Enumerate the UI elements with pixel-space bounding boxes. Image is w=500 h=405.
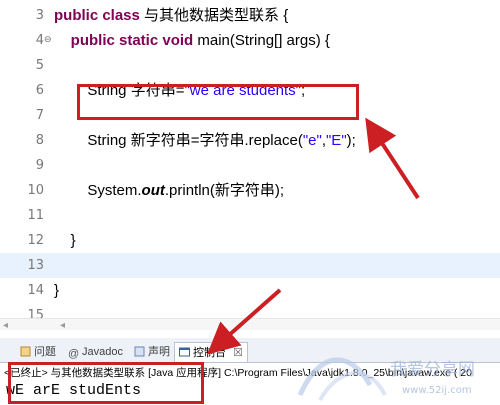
line-number: 13 xyxy=(27,258,44,273)
horizontal-scrollbar[interactable]: ◂ ◂ xyxy=(0,318,500,330)
code-token: } xyxy=(54,282,60,299)
tab-console[interactable]: 控制台 ☒ xyxy=(174,342,248,363)
code-token: public class xyxy=(54,7,145,24)
code-token: "E" xyxy=(325,132,347,149)
line-number: 3 xyxy=(35,8,44,23)
code-text: public static void main(String[] args) { xyxy=(54,28,330,53)
console-icon xyxy=(179,347,190,357)
highlight-box-console xyxy=(8,362,204,404)
code-text: } xyxy=(54,278,59,303)
tab-declaration[interactable]: 声明 xyxy=(134,342,170,362)
code-line[interactable]: 14} xyxy=(0,278,500,303)
line-number: 12 xyxy=(27,233,44,248)
code-token: out xyxy=(141,182,165,199)
line-number: 10 xyxy=(27,183,44,198)
code-token: System. xyxy=(54,182,142,199)
line-number: 4 xyxy=(35,33,44,48)
line-number: 8 xyxy=(35,133,44,148)
code-line[interactable]: 4 ⊖ public static void main(String[] args… xyxy=(0,28,500,53)
code-line[interactable]: 5 xyxy=(0,53,500,78)
tab-console-label: 控制台 xyxy=(193,347,226,359)
code-token: String 新字符串=字符串.replace( xyxy=(54,132,303,149)
code-text: System.out.println(新字符串); xyxy=(54,178,284,203)
tab-declaration-label: 声明 xyxy=(148,346,170,358)
code-line[interactable]: 8 String 新字符串=字符串.replace("e","E"); xyxy=(0,128,500,153)
scroll-left-icon[interactable]: ◂ xyxy=(3,320,8,330)
scroll-thumb-icon[interactable]: ◂ xyxy=(60,320,65,330)
code-line[interactable]: 3 public class 与其他数据类型联系 { xyxy=(0,3,500,28)
code-line[interactable]: 13 xyxy=(0,253,500,278)
line-number: 7 xyxy=(35,108,44,123)
declaration-icon xyxy=(134,346,145,357)
code-token: public static void xyxy=(54,32,198,49)
problems-icon xyxy=(20,346,31,357)
code-line[interactable]: 12 } xyxy=(0,228,500,253)
tab-problems[interactable]: 问题 xyxy=(20,342,56,362)
tab-problems-label: 问题 xyxy=(34,346,56,358)
code-token: main(String[] args) { xyxy=(197,32,330,49)
code-line[interactable]: 11 xyxy=(0,203,500,228)
line-number: 5 xyxy=(35,58,44,73)
code-text: } xyxy=(54,228,76,253)
code-line[interactable]: 10 System.out.println(新字符串); xyxy=(0,178,500,203)
line-number: 11 xyxy=(27,208,44,223)
tab-javadoc[interactable]: @ Javadoc xyxy=(68,342,123,362)
line-number: 9 xyxy=(35,158,44,173)
code-token: } xyxy=(54,232,76,249)
panel-tabs: 问题 @ Javadoc 声明 控制台 ☒ xyxy=(0,342,500,363)
fold-icon[interactable]: ⊖ xyxy=(44,28,52,53)
line-number: 6 xyxy=(35,83,44,98)
tab-javadoc-label: Javadoc xyxy=(82,346,123,358)
code-text: String 新字符串=字符串.replace("e","E"); xyxy=(54,128,356,153)
code-token: ); xyxy=(346,132,356,149)
code-token: .println(新字符串); xyxy=(164,182,285,199)
code-editor[interactable]: 3 public class 与其他数据类型联系 {4 ⊖ public stati… xyxy=(0,0,500,330)
code-token: "e" xyxy=(302,132,322,149)
close-icon[interactable]: ☒ xyxy=(233,347,243,359)
code-line[interactable]: 9 xyxy=(0,153,500,178)
javadoc-icon: @ xyxy=(68,348,80,360)
highlight-box-replace-line xyxy=(77,84,359,120)
line-number: 14 xyxy=(27,283,44,298)
code-token: 与其他数据类型联系 { xyxy=(144,7,289,24)
code-text: public class 与其他数据类型联系 { xyxy=(54,3,288,28)
